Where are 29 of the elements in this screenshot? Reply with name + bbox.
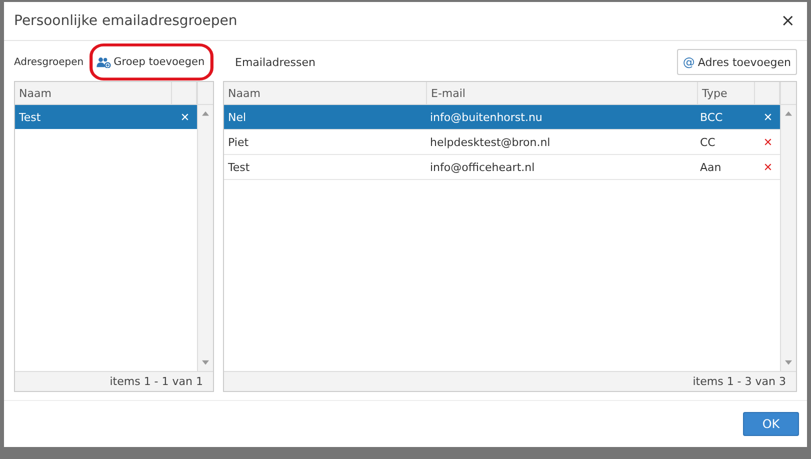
delete-button[interactable]: ✕ (756, 160, 780, 174)
delete-button[interactable]: ✕ (756, 110, 780, 124)
table-cell-text: info@buitenhorst.nu (429, 110, 544, 124)
delete-button[interactable]: ✕ (756, 136, 780, 148)
address-row[interactable]: Piet helpdesktest@bron.nl CC ✕ (224, 130, 780, 155)
table-cell-text: Test (18, 110, 42, 124)
ok-button[interactable]: OK (743, 412, 799, 436)
window-title: Persoonlijke emailadresgroepen (14, 13, 238, 29)
table-cell-text: Aan (699, 160, 722, 174)
column-header[interactable]: Type (698, 82, 755, 104)
address-row[interactable]: Test info@officeheart.nl Aan ✕ (224, 155, 780, 180)
table-cell-text: helpdesktest@bron.nl (429, 136, 552, 148)
pager-info: items 1 - 1 van 1 (110, 375, 203, 388)
table-cell-text: info@officeheart.nl (429, 160, 536, 174)
column-header[interactable]: E-mail (427, 82, 698, 104)
table-cell-text: Piet (227, 136, 250, 148)
delete-button[interactable]: ✕ (173, 110, 197, 124)
pager-info: items 1 - 3 van 3 (692, 375, 786, 388)
table-cell-text: Nel (227, 110, 248, 124)
table-cell-text: BCC (699, 110, 724, 124)
address-row[interactable]: Nel info@buitenhorst.nu BCC ✕ (224, 105, 780, 130)
close-button[interactable]: × (778, 11, 797, 31)
section-label: Emailadressen (235, 56, 316, 68)
table-cell-text: Test (227, 160, 251, 174)
add-address-button[interactable]: @ Adres toevoegen (676, 49, 797, 75)
table-cell-text: CC (699, 136, 716, 148)
column-header[interactable]: Naam (224, 82, 427, 104)
section-label: Adresgroepen (14, 56, 84, 68)
group-row[interactable]: Test ✕ (15, 105, 197, 129)
